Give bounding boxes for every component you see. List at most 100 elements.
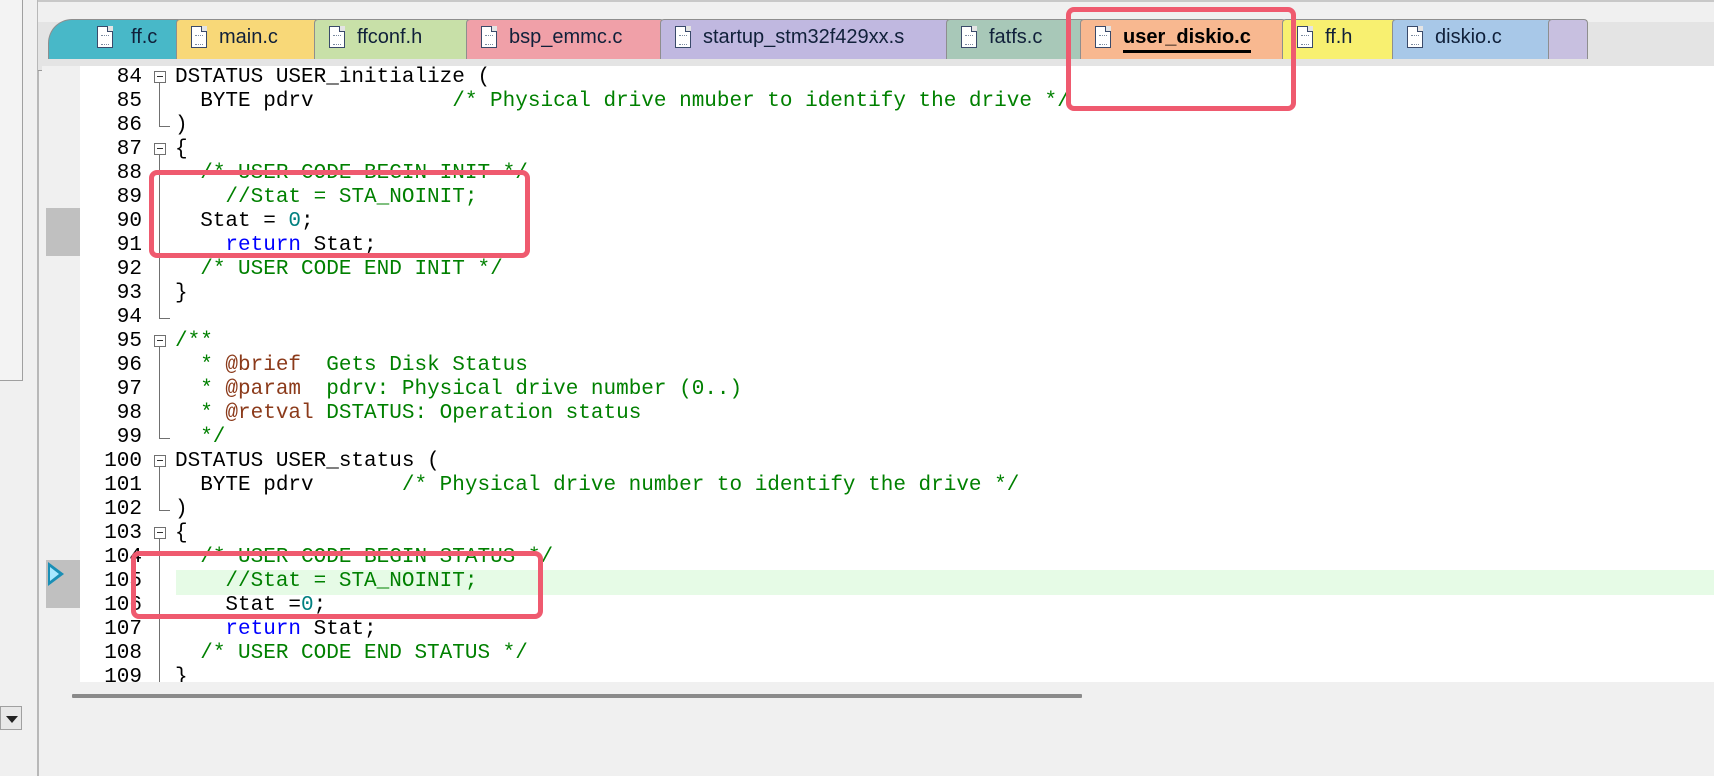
horizontal-scrollbar[interactable] [72,694,1082,698]
code-token: BYTE pdrv [175,90,453,113]
code-token: DSTATUS: Operation status [313,402,642,425]
fold-guide [159,155,160,162]
line-number: 84 [116,66,142,89]
tab-fatfs-c[interactable]: fatfs.c [946,19,1086,59]
code-line[interactable]: 102) [42,498,1714,522]
line-number: 87 [116,138,142,161]
tab-label: ffconf.h [357,26,423,48]
code-line[interactable]: 99 */ [42,426,1714,450]
line-number: 90 [116,210,142,233]
code-token: return [225,618,302,641]
code-line[interactable]: 108 /* USER CODE END STATUS */ [42,642,1714,666]
code-token: /* USER CODE END STATUS */ [200,642,528,665]
tab-ff-c[interactable]: ff.c [48,19,182,59]
file-icon [97,26,113,48]
code-text: */ [175,426,225,450]
file-icon [1407,26,1423,48]
code-line[interactable]: 91 return Stat; [42,234,1714,258]
tab-user-diskio-c[interactable]: user_diskio.c [1080,19,1286,59]
code-token: * [175,402,226,425]
code-line[interactable]: 107 return Stat; [42,618,1714,642]
code-line[interactable]: 97 * @param pdrv: Physical drive number … [42,378,1714,402]
code-line[interactable]: 89 //Stat = STA_NOINIT; [42,186,1714,210]
code-text: //Stat = STA_NOINIT; [175,570,477,594]
code-line[interactable]: 109} [42,666,1714,682]
tab-ff-h[interactable]: ff.h [1282,19,1398,59]
fold-toggle-icon[interactable] [154,71,166,83]
fold-end-guide [159,114,170,127]
line-number: 99 [116,426,142,449]
tab-startup-stm32f429xx-s[interactable]: startup_stm32f429xx.s [660,19,952,59]
tab-ffconf-h[interactable]: ffconf.h [314,19,472,59]
code-line[interactable]: 100 DSTATUS USER_status ( [42,450,1714,474]
line-number: 88 [116,162,142,185]
tab-overflow[interactable] [1548,19,1588,59]
code-line[interactable]: 105 //Stat = STA_NOINIT; [42,570,1714,594]
code-line[interactable]: 96 * @brief Gets Disk Status [42,354,1714,378]
code-token: return [225,234,302,257]
code-line[interactable]: 86) [42,114,1714,138]
code-token: ; [301,210,314,233]
code-token: @retval [225,402,314,425]
file-icon [675,26,691,48]
code-token: /* Physical drive number to identify the… [401,474,1020,497]
scroll-down-button[interactable] [0,706,22,730]
code-line[interactable]: 106 Stat =0; [42,594,1714,618]
code-text: { [175,138,188,162]
fold-guide [159,474,160,498]
code-text: /* USER CODE BEGIN STATUS */ [175,546,553,570]
fold-toggle-icon[interactable] [154,143,166,155]
code-token: Stat = [175,210,289,233]
code-line[interactable]: 92 /* USER CODE END INIT */ [42,258,1714,282]
code-editor[interactable]: 84 DSTATUS USER_initialize (85 BYTE pdrv … [42,66,1714,682]
code-token: BYTE pdrv [175,474,402,497]
code-text: } [175,666,188,682]
code-line[interactable]: 103 { [42,522,1714,546]
fold-guide [159,378,160,402]
code-line[interactable]: 101 BYTE pdrv /* Physical drive number t… [42,474,1714,498]
code-line[interactable]: 85 BYTE pdrv /* Physical drive nmuber to… [42,90,1714,114]
left-panel [0,0,42,776]
code-text: Stat = 0; [175,210,314,234]
fold-guide [159,210,160,234]
tab-main-c[interactable]: main.c [176,19,320,59]
code-line[interactable]: 84 DSTATUS USER_initialize ( [42,66,1714,90]
code-text: } [175,282,188,306]
fold-guide [159,666,160,682]
fold-toggle-icon[interactable] [154,527,166,539]
code-line[interactable]: 104 /* USER CODE BEGIN STATUS */ [42,546,1714,570]
code-token: @param [225,378,302,401]
pane-splitter[interactable] [37,0,39,776]
code-line[interactable]: 88 /* USER CODE BEGIN INIT */ [42,162,1714,186]
code-text: /* USER CODE END STATUS */ [175,642,528,666]
code-line[interactable]: 87 { [42,138,1714,162]
tab-bsp-emmc-c[interactable]: bsp_emmc.c [466,19,664,59]
tab-label: main.c [219,26,278,48]
code-token: ) [175,114,188,137]
chevron-down-icon [6,716,18,723]
code-line[interactable]: 98 * @retval DSTATUS: Operation status [42,402,1714,426]
project-pane[interactable] [0,0,23,381]
code-line[interactable]: 93} [42,282,1714,306]
fold-toggle-icon[interactable] [154,335,166,347]
fold-guide [159,570,160,594]
line-number: 104 [104,546,142,569]
code-line[interactable]: 94 [42,306,1714,330]
fold-guide [159,258,160,282]
code-text: return Stat; [175,234,376,258]
line-number: 97 [116,378,142,401]
line-number: 109 [104,666,142,682]
code-token: //Stat = STA_NOINIT; [225,570,478,593]
code-text: DSTATUS USER_initialize ( [175,66,490,90]
code-text: ) [175,114,188,138]
code-line[interactable]: 95 /** [42,330,1714,354]
line-number: 89 [116,186,142,209]
tab-diskio-c[interactable]: diskio.c [1392,19,1554,59]
fold-toggle-icon[interactable] [154,455,166,467]
code-token: 0 [301,594,314,617]
tab-label: diskio.c [1435,26,1502,48]
code-line[interactable]: 90 Stat = 0; [42,210,1714,234]
